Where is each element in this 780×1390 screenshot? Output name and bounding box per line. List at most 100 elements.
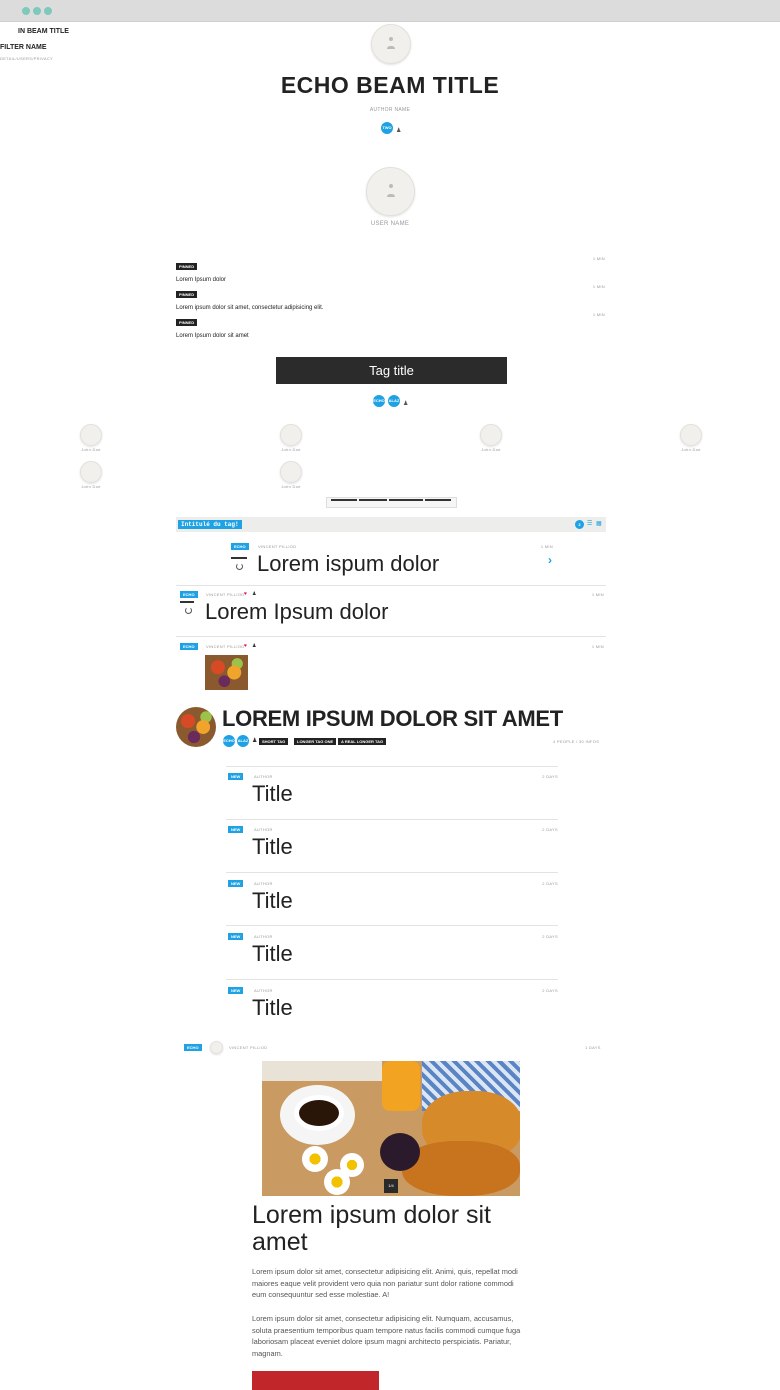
item-title[interactable]: Title [252,834,293,860]
item-author: AUTHOR [254,774,273,779]
feed-meta: 1 MIN [591,592,604,597]
feed-item[interactable]: ECHO VINCENT PILLIOD ♥ ♟ 1 MIN [176,640,606,692]
person-name[interactable]: John Doe [74,484,108,489]
post-badge[interactable]: ECHO [223,735,235,747]
beam-title-link[interactable]: IN BEAM TITLE [18,28,69,35]
person-avatar[interactable] [480,424,502,446]
new-badge: NEW [228,987,244,994]
list-icon[interactable]: ☰ [587,520,592,527]
feed-meta: 1 MIN [540,544,553,549]
daisy [324,1169,350,1195]
feed-title[interactable]: Lorem ispum dolor [257,551,439,577]
user-name[interactable]: USER NAME [0,221,780,227]
tag-badge[interactable]: ECHO [373,395,385,407]
person-avatar[interactable] [80,461,102,483]
coffee [294,1095,344,1131]
author-name[interactable]: AUTHOR NAME [0,107,780,113]
user-icon [389,37,393,42]
item-title[interactable]: Title [252,995,293,1021]
person-name[interactable]: John Doe [274,484,308,489]
item-title[interactable]: Title [252,781,293,807]
window-dot-icon[interactable] [44,7,52,15]
new-badge: NEW [228,773,244,780]
item-author: AUTHOR [254,881,273,886]
fruit-image[interactable] [205,655,248,690]
person-name[interactable]: John Doe [474,447,508,452]
list-item[interactable]: NEW AUTHOR 2 DAYS Title [226,770,558,820]
filter-name[interactable]: FILTER NAME [0,44,47,51]
post-tag[interactable]: LONGER TAG ONE [294,738,337,745]
article-meta: 1 DAYS [585,1045,601,1050]
item-title[interactable]: Title [252,888,293,914]
person-name[interactable]: John Doe [274,447,308,452]
article-title[interactable]: Lorem ipsum dolor sit amet [252,1202,532,1256]
person-name[interactable]: John Doe [674,447,708,452]
juice-glass [382,1061,420,1111]
feed-author[interactable]: VINCENT PILLIOD [206,644,244,649]
new-badge: NEW [228,933,244,940]
person-name[interactable]: John Doe [74,447,108,452]
post-title[interactable]: LOREM IPSUM DOLOR SIT AMET [222,706,563,732]
article-author[interactable]: VINCENT PILLIOD [229,1045,267,1050]
header-badge[interactable]: TWO [381,122,393,134]
tag-badge[interactable]: ALAZ [388,395,400,407]
list-item[interactable]: NEW AUTHOR 2 DAYS Title [226,984,558,1034]
people-icon: ♟ [252,591,257,597]
page-title: ECHO BEAM TITLE [280,72,500,98]
tag-title-bar[interactable]: Tag title [276,357,507,384]
person-avatar[interactable] [280,461,302,483]
article-avatar[interactable] [210,1041,223,1054]
mini-toolbar[interactable] [326,497,457,508]
person-avatar[interactable] [680,424,702,446]
new-badge: NEW [228,880,244,887]
list-item[interactable]: NEW AUTHOR 2 DAYS Title [226,877,558,927]
chevron-right-icon[interactable]: › [548,553,552,567]
daisy [302,1146,328,1172]
person-avatar[interactable] [280,424,302,446]
user-avatar[interactable] [366,167,415,216]
people-icon: ♟ [252,738,258,744]
item-age: 2 DAYS [542,774,558,779]
beam-bar: Intitulé du tag! 2 ☰ ▦ [176,517,606,532]
grid-icon[interactable]: ▦ [596,520,602,527]
feed-badge: ECHO [180,643,198,650]
pinned-meta: 1 MIN [592,312,605,317]
post-tag[interactable]: A REAL LONGER TAG [338,738,387,745]
feed-progress [231,557,247,559]
beam-bar-count[interactable]: 2 [575,520,584,529]
list-item[interactable]: NEW AUTHOR 2 DAYS Title [226,930,558,980]
post-meta: 4 PEOPLE / 30 INFOS [553,739,600,744]
article-image[interactable] [252,1371,379,1390]
like-icon[interactable]: ♥ [244,591,247,597]
people-icon: ♟ [403,401,409,407]
person-avatar[interactable] [80,424,102,446]
feed-author[interactable]: VINCENT PILLIOD [258,544,296,549]
like-icon[interactable]: ♥ [244,643,247,649]
item-age: 2 DAYS [542,934,558,939]
article-paragraph: Lorem ipsum dolor sit amet, consectetur … [252,1314,521,1358]
image-counter[interactable]: 1/4 [384,1179,398,1193]
list-item[interactable]: NEW AUTHOR 2 DAYS Title [226,823,558,873]
feed-author[interactable]: VINCENT PILLIOD [206,592,244,597]
post-badge[interactable]: ALAZ [237,735,249,747]
window-dot-icon[interactable] [22,7,30,15]
feed-title[interactable]: Lorem Ipsum dolor [205,599,388,625]
item-title[interactable]: Title [252,941,293,967]
post-tag[interactable]: SHORT TAG [259,738,289,745]
item-author: AUTHOR [254,934,273,939]
pinned-text: Lorem Ipsum dolor sit amet [176,333,249,339]
pinned-item[interactable]: PINNED 1 MIN Lorem ipsum dolor sit amet,… [176,283,605,311]
pinned-item[interactable]: PINNED 1 MIN Lorem Ipsum dolor [176,255,605,283]
new-badge: NEW [228,826,244,833]
beam-avatar[interactable] [371,24,411,64]
feed-item[interactable]: ECHO VINCENT PILLIOD ♥ ♟ 1 MIN Lorem Ips… [176,588,606,630]
post-avatar[interactable] [176,707,216,747]
pinned-item[interactable]: PINNED 1 MIN Lorem Ipsum dolor sit amet [176,311,605,339]
breakfast-image[interactable]: 1/4 [262,1061,520,1196]
beam-bar-title[interactable]: Intitulé du tag! [178,520,242,529]
window-titlebar [0,0,780,22]
divider [226,872,558,873]
loading-icon [236,563,243,570]
window-dot-icon[interactable] [33,7,41,15]
feed-item[interactable]: ECHO VINCENT PILLIOD 1 MIN Lorem ispum d… [176,540,606,580]
